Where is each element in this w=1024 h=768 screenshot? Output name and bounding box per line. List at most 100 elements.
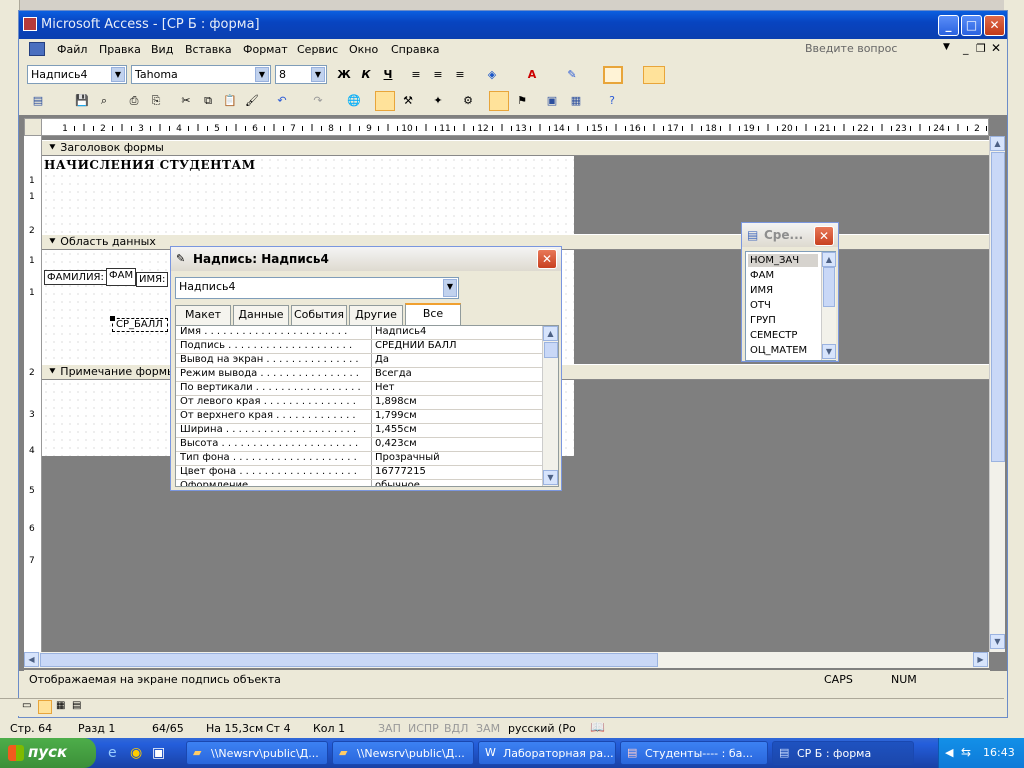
special-effect-icon[interactable]	[643, 66, 665, 84]
horizontal-ruler[interactable]: 1 2 3 4 5 6 7 8 9 10 11 12 13 14 15 16 17 18 19 20 21 22 23 24 2	[24, 118, 989, 136]
scroll-down-icon[interactable]: ▼	[543, 470, 558, 485]
print-preview-icon[interactable]: ⎘	[147, 92, 165, 110]
scroll-up-icon[interactable]: ▲	[822, 252, 836, 267]
property-row[interactable]: Режим вывода . . . . . . . . . . . . . .…	[176, 368, 542, 382]
property-value[interactable]: Прозрачный	[371, 452, 523, 465]
property-value[interactable]: Надпись4	[371, 326, 523, 339]
toolbox-icon[interactable]: ⚒	[399, 92, 417, 110]
network-icon[interactable]: ⇆	[961, 745, 971, 759]
media-player-icon[interactable]: ◉	[130, 745, 142, 761]
properties-titlebar[interactable]: ✎ Надпись: Надпись4	[171, 247, 561, 271]
property-row[interactable]: По вертикали . . . . . . . . . . . . . .…	[176, 382, 542, 396]
task-folder-1[interactable]: ▰ \\Newsrv\public\Д...	[186, 741, 328, 765]
scroll-thumb[interactable]	[991, 152, 1005, 462]
scroll-up-icon[interactable]: ▲	[990, 136, 1005, 151]
menu-help[interactable]: Справка	[391, 43, 439, 56]
property-row[interactable]: Высота . . . . . . . . . . . . . . . . .…	[176, 438, 542, 452]
save-icon[interactable]: 💾	[73, 92, 91, 110]
name-label[interactable]: ИМЯ:	[136, 272, 169, 287]
view-icon[interactable]: ▤	[29, 92, 47, 110]
fill-color-icon[interactable]: ◈	[483, 66, 501, 84]
print-layout-icon[interactable]: ▦	[56, 700, 65, 711]
overwrite-indicator[interactable]: ЗАМ	[476, 722, 500, 735]
property-value[interactable]: 1,799см	[371, 410, 523, 423]
help-search-input[interactable]: Введите вопрос	[805, 42, 953, 58]
property-value[interactable]: 1,898см	[371, 396, 523, 409]
hscroll-thumb[interactable]	[40, 653, 658, 667]
italic-button[interactable]: К	[357, 66, 375, 84]
bold-button[interactable]: Ж	[335, 66, 353, 84]
property-value[interactable]: 0,423см	[371, 438, 523, 451]
help-dropdown-icon[interactable]: ▼	[943, 42, 950, 52]
properties-scrollbar[interactable]: ▲ ▼	[542, 326, 558, 486]
new-object-icon[interactable]: ▦	[567, 92, 585, 110]
field-list-item[interactable]: ГРУП	[748, 314, 818, 327]
property-value[interactable]: Нет	[371, 382, 523, 395]
spelling-icon[interactable]: 📖	[590, 720, 605, 734]
selection-handle[interactable]	[110, 316, 115, 321]
form-icon[interactable]	[29, 42, 45, 56]
tab-events[interactable]: События	[291, 305, 347, 325]
tray-back-icon[interactable]: ◀	[945, 746, 953, 759]
track-indicator[interactable]: ИСПР	[408, 722, 439, 735]
redo-icon[interactable]: ↷	[309, 92, 327, 110]
scroll-thumb[interactable]	[823, 267, 835, 307]
property-row[interactable]: Цвет фона . . . . . . . . . . . . . . . …	[176, 466, 542, 480]
object-selector[interactable]: Надпись4 ▼	[175, 277, 459, 299]
task-access-form[interactable]: ▤ СР Б : форма	[772, 741, 914, 765]
avg-score-label[interactable]: СР_БАЛЛ	[112, 318, 168, 332]
field-list-item[interactable]: НОМ_ЗАЧ	[748, 254, 818, 267]
outline-view-icon[interactable]: ▤	[72, 700, 81, 711]
extend-indicator[interactable]: ВДЛ	[444, 722, 468, 735]
object-select[interactable]: Надпись4 ▼	[27, 65, 127, 84]
field-list-item[interactable]: ФАМ	[748, 269, 818, 282]
paste-icon[interactable]: 📋	[221, 92, 239, 110]
align-center-icon[interactable]: ≡	[429, 66, 447, 84]
property-value[interactable]: СРЕДНИЙ БАЛЛ	[371, 340, 523, 353]
menu-tools[interactable]: Сервис	[297, 43, 338, 56]
line-width-icon[interactable]	[603, 66, 623, 84]
lastname-label[interactable]: ФАМИЛИЯ:	[44, 270, 107, 285]
property-value[interactable]: обычное	[371, 480, 523, 486]
close-icon[interactable]: ✕	[814, 226, 834, 246]
cut-icon[interactable]: ✂	[177, 92, 195, 110]
tab-other[interactable]: Другие	[349, 305, 403, 325]
print-icon[interactable]: ⎙	[125, 92, 143, 110]
task-word[interactable]: W Лабораторная ра...	[478, 741, 616, 765]
maximize-button[interactable]: □	[961, 15, 982, 36]
help-icon[interactable]: ?	[603, 92, 621, 110]
line-color-icon[interactable]: ✎	[563, 66, 581, 84]
vertical-ruler[interactable]: 1 1 2 1 1 2 3 4 5 6 7	[24, 136, 42, 652]
undo-icon[interactable]: ↶	[273, 92, 291, 110]
database-window-icon[interactable]: ▣	[543, 92, 561, 110]
tab-all[interactable]: Все	[405, 303, 461, 325]
minimize-button[interactable]: _	[938, 15, 959, 36]
copy-icon[interactable]: ⧉	[199, 92, 217, 110]
form-header-area[interactable]: НАЧИСЛЕНИЯ СТУДЕНТАМ	[42, 156, 574, 234]
web-view-icon[interactable]	[38, 700, 52, 714]
scroll-down-icon[interactable]: ▼	[822, 344, 836, 359]
properties-icon[interactable]	[489, 91, 509, 111]
property-row[interactable]: Оформление . . . . . . . . . . . . . . .…	[176, 480, 542, 486]
property-row[interactable]: Тип фона . . . . . . . . . . . . . . . .…	[176, 452, 542, 466]
property-row[interactable]: От верхнего края . . . . . . . . . . . .…	[176, 410, 542, 424]
property-value[interactable]: Всегда	[371, 368, 523, 381]
design-vertical-scrollbar[interactable]: ▲ ▼	[989, 136, 1005, 652]
doc-restore-button[interactable]: ❐	[976, 42, 986, 55]
font-select[interactable]: Tahoma ▼	[131, 65, 271, 84]
property-value[interactable]: Да	[371, 354, 523, 367]
autoformat-icon[interactable]: ✦	[429, 92, 447, 110]
property-value[interactable]: 16777215	[371, 466, 523, 479]
align-right-icon[interactable]: ≡	[451, 66, 469, 84]
normal-view-icon[interactable]: ▭	[22, 700, 31, 711]
property-row[interactable]: Ширина . . . . . . . . . . . . . . . . .…	[176, 424, 542, 438]
task-folder-2[interactable]: ▰ \\Newsrv\public\Д...	[332, 741, 474, 765]
design-horizontal-scrollbar[interactable]: ◀ ▶	[24, 652, 989, 668]
field-list-item[interactable]: СЕМЕСТР	[748, 329, 818, 342]
language-indicator[interactable]: русский (Ро	[508, 722, 576, 735]
align-left-icon[interactable]: ≡	[407, 66, 425, 84]
form-title-label[interactable]: НАЧИСЛЕНИЯ СТУДЕНТАМ	[44, 158, 256, 172]
hyperlink-icon[interactable]: 🌐	[345, 92, 363, 110]
ruler-corner[interactable]	[24, 118, 42, 136]
scroll-down-icon[interactable]: ▼	[990, 634, 1005, 649]
